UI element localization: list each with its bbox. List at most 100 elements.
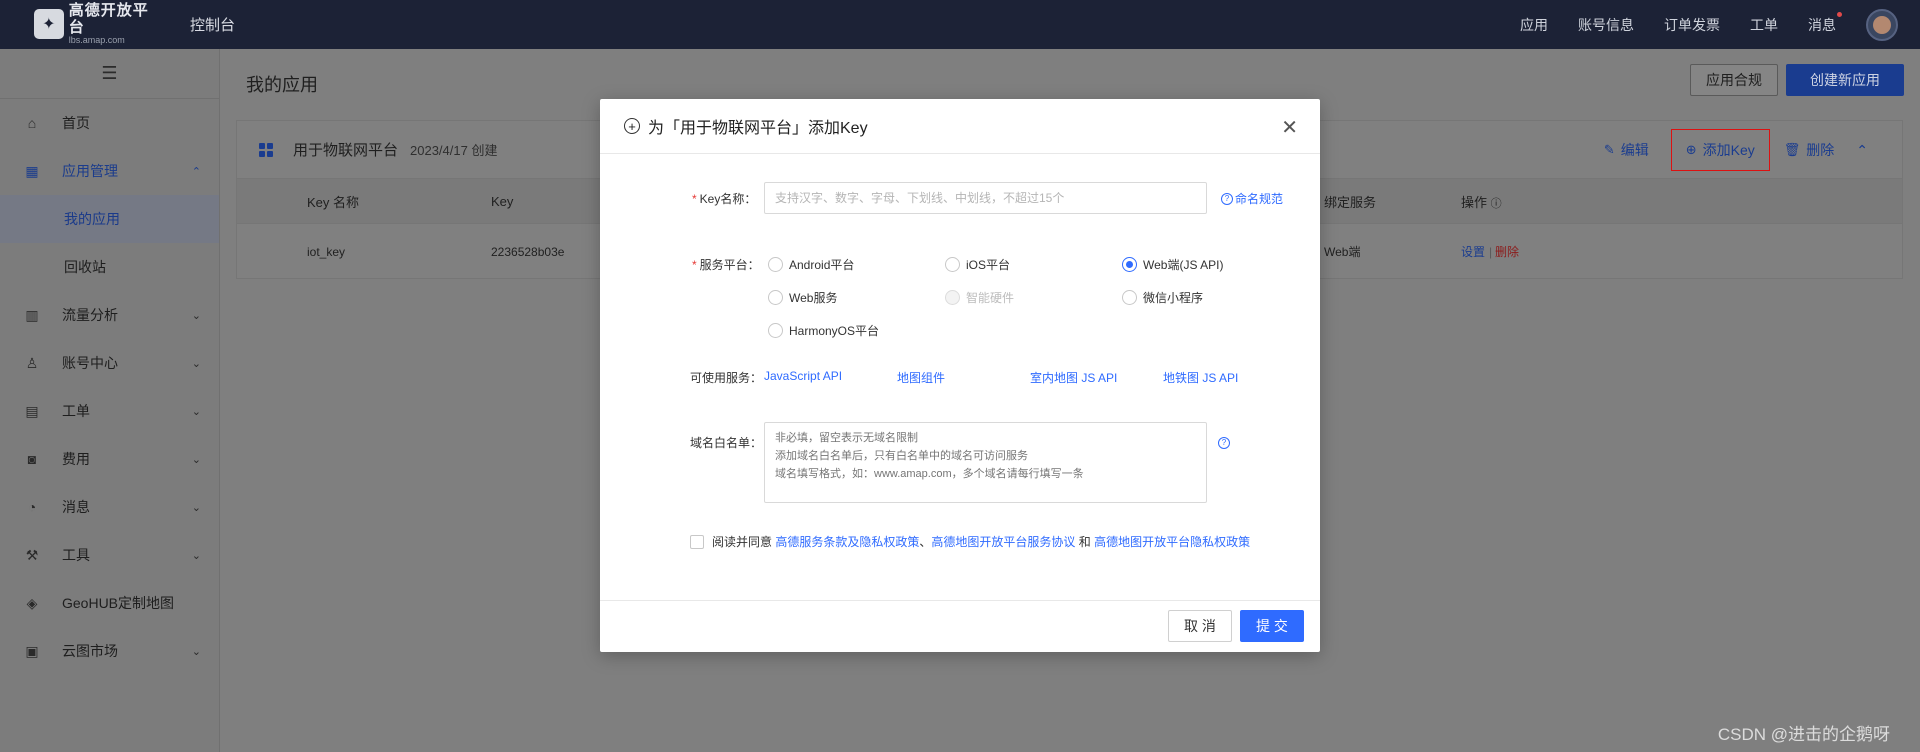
close-icon[interactable]: ✕ (1281, 115, 1298, 140)
key-name-label: * Key名称： (692, 190, 756, 207)
user-avatar[interactable] (1866, 8, 1898, 41)
agree-prefix: 阅读并同意 (712, 535, 773, 549)
radio-ios[interactable]: iOS平台 (945, 256, 1010, 273)
row-action-divider: | (1489, 244, 1493, 259)
col-bound-service: 绑定服务 (1324, 194, 1377, 210)
help-circle-icon: ? (1218, 436, 1230, 449)
collapse-chevron-icon[interactable]: ⌃ (1856, 142, 1868, 159)
app-name: 用于物联网平台 (293, 142, 399, 159)
sidebar-item-label: 应用管理 (62, 163, 118, 179)
top-navbar: ✦ 高德开放平台 lbs.amap.com 控制台 应用 账号信息 订单发票 工… (0, 0, 1920, 49)
key-name-input[interactable] (764, 182, 1207, 214)
unread-dot-icon (1837, 11, 1842, 17)
sidebar-item-home[interactable]: ⌂ 首页 (0, 99, 219, 147)
sidebar-item-label: 费用 (62, 451, 90, 467)
user-icon: ♙ (25, 354, 39, 371)
sidebar-item-my-apps[interactable]: 我的应用 (0, 195, 219, 243)
nav-account[interactable]: 账号信息 (1578, 15, 1634, 35)
nav-messages[interactable]: 消息 (1808, 11, 1842, 35)
app-grid-icon (259, 142, 273, 157)
plus-circle-icon: ⊕ (1685, 142, 1697, 157)
sidebar-item-label: GeoHUB定制地图 (62, 595, 175, 611)
service-agreement-link[interactable]: 高德地图开放平台服务协议 (931, 533, 1075, 550)
col-actions: 操作 ⓘ (1461, 192, 1502, 211)
service-subway-map[interactable]: 地铁图 JS API (1163, 369, 1238, 386)
radio-smart-hardware: 智能硬件 (945, 289, 1014, 306)
app-compliance-button[interactable]: 应用合规 (1690, 64, 1778, 96)
chart-icon: ▥ (25, 306, 39, 323)
privacy-policy-link[interactable]: 高德地图开放平台隐私权政策 (1094, 533, 1250, 550)
col-key: Key (491, 193, 514, 209)
dialog-header: + 为「用于物联网平台」添加Key (600, 99, 1320, 154)
radio-circle-icon (1122, 290, 1137, 305)
submit-button[interactable]: 提 交 (1240, 610, 1304, 642)
sidebar-item-label: 消息 (62, 499, 90, 515)
sidebar-item-tools[interactable]: ⚒ 工具 ⌄ (0, 531, 219, 579)
sidebar-item-messages[interactable]: ◔ 消息 ⌄ (0, 483, 219, 531)
menu-toggle-icon[interactable]: ☰ (0, 49, 219, 99)
add-key-label: 添加Key (1702, 142, 1755, 158)
available-services-label: 可使用服务： (690, 371, 763, 385)
edit-app-button[interactable]: ✎ 编辑 (1604, 140, 1649, 160)
sidebar-item-app-management[interactable]: ▦ 应用管理 ⌃ (0, 147, 219, 195)
nav-apps[interactable]: 应用 (1520, 15, 1548, 35)
dialog-title: 为「用于物联网平台」添加Key (648, 120, 868, 137)
radio-harmonyos[interactable]: HarmonyOS平台 (768, 322, 879, 339)
domain-whitelist-input[interactable] (764, 422, 1207, 503)
logo-mark-icon: ✦ (34, 9, 64, 40)
sidebar-item-account-center[interactable]: ♙ 账号中心 ⌄ (0, 339, 219, 387)
radio-circle-icon (768, 290, 783, 305)
sidebar-item-recycle-bin[interactable]: 回收站 (0, 243, 219, 291)
help-icon[interactable]: ? (1218, 434, 1232, 449)
wallet-icon: ◙ (27, 451, 37, 467)
sidebar-item-label: 流量分析 (62, 307, 118, 323)
delete-label: 删除 (1806, 142, 1835, 158)
agree-checkbox[interactable] (690, 534, 704, 549)
sidebar-item-tickets[interactable]: ▤ 工单 ⌄ (0, 387, 219, 435)
nav-tickets[interactable]: 工单 (1750, 15, 1778, 35)
info-icon: ⓘ (1490, 197, 1502, 210)
radio-circle-icon (945, 257, 960, 272)
sidebar-item-cloud-market[interactable]: ▣ 云图市场 ⌄ (0, 627, 219, 675)
radio-web-jsapi[interactable]: Web端(JS API) (1122, 256, 1223, 273)
message-icon: ◔ (27, 499, 37, 515)
col-actions-label: 操作 (1461, 194, 1488, 210)
help-icon: ? (1221, 192, 1233, 205)
sidebar-item-label: 工具 (62, 547, 90, 563)
sidebar-item-geohub[interactable]: ◈ GeoHUB定制地图 (0, 579, 219, 627)
row-settings-link[interactable]: 设置 (1461, 243, 1485, 260)
sidebar-item-label: 工单 (62, 403, 90, 419)
radio-android[interactable]: Android平台 (768, 256, 854, 273)
row-delete-link[interactable]: 删除 (1495, 243, 1519, 260)
amap-logo[interactable]: ✦ 高德开放平台 lbs.amap.com (34, 2, 164, 46)
service-indoor-map[interactable]: 室内地图 JS API (1030, 369, 1117, 386)
ticket-icon: ▤ (25, 402, 39, 419)
radio-label: Web服务 (789, 291, 838, 305)
radio-checked-icon (1122, 257, 1137, 272)
chevron-up-icon: ⌃ (191, 165, 201, 178)
radio-web-service[interactable]: Web服务 (768, 289, 837, 306)
delete-app-button[interactable]: 🗑 删除 (1784, 140, 1835, 160)
create-app-button[interactable]: 创建新应用 (1786, 64, 1904, 96)
key-name-label-text: Key名称： (699, 192, 757, 206)
add-key-button[interactable]: ⊕ 添加Key (1670, 129, 1770, 171)
terms-link[interactable]: 高德服务条款及隐私权政策 (775, 533, 919, 550)
naming-rule-text: 命名规范 (1235, 192, 1284, 206)
platform-label: * 服务平台： (692, 256, 760, 273)
agree-and: 和 (1078, 535, 1091, 549)
chevron-down-icon: ⌄ (191, 309, 201, 322)
sidebar-item-traffic[interactable]: ▥ 流量分析 ⌄ (0, 291, 219, 339)
platform-label-text: 服务平台： (699, 258, 760, 272)
service-map-component[interactable]: 地图组件 (897, 369, 945, 386)
row-key-name: iot_key (307, 244, 346, 259)
domain-whitelist-label: 域名白名单： (690, 436, 763, 450)
trash-icon: 🗑 (1783, 142, 1801, 157)
agree-separator: 、 (919, 535, 932, 549)
naming-rule-link[interactable]: ? 命名规范 (1221, 190, 1283, 207)
cancel-button[interactable]: 取 消 (1168, 610, 1232, 642)
sidebar-item-fees[interactable]: ◙ 费用 ⌄ (0, 435, 219, 483)
radio-wechat-miniprogram[interactable]: 微信小程序 (1122, 289, 1203, 306)
nav-orders[interactable]: 订单发票 (1664, 15, 1720, 35)
console-title[interactable]: 控制台 (190, 14, 235, 35)
service-javascript-api[interactable]: JavaScript API (764, 369, 842, 383)
